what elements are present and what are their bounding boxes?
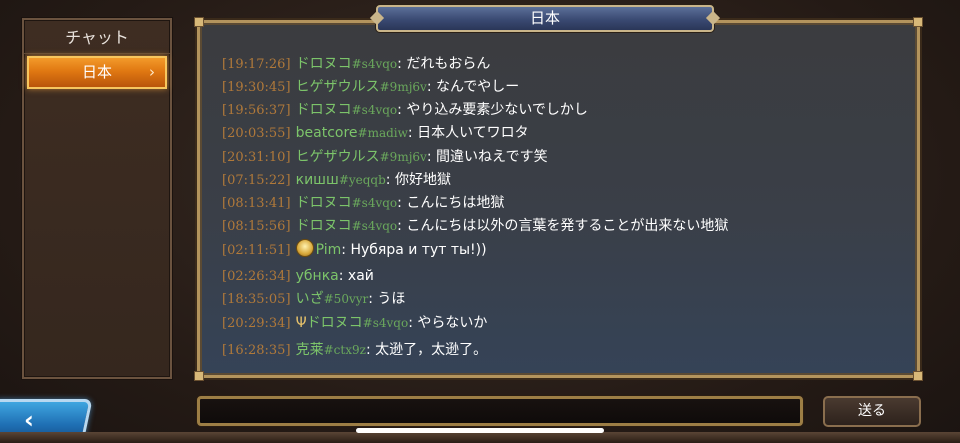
frame-corner-ornament <box>194 17 204 27</box>
sender-name[interactable]: Pim <box>316 242 342 258</box>
message-separator: : <box>397 56 407 72</box>
message-timestamp: [20:29:34] <box>222 316 291 331</box>
channel-item-japan[interactable]: 日本 › <box>27 56 167 89</box>
sender-tag: #s4vqo <box>351 196 398 210</box>
send-button[interactable]: 送る <box>823 396 921 427</box>
channel-sidebar: チャット 日本 › <box>22 18 172 379</box>
bottom-rail <box>0 432 960 443</box>
sender-tag: #yeqqb <box>338 173 386 187</box>
message-text: やり込み要素少ないでしかし <box>406 102 588 118</box>
message-text: 太逊了，太逊了。 <box>375 342 488 358</box>
chat-input[interactable] <box>197 396 803 426</box>
message-timestamp: [20:03:55] <box>222 126 291 141</box>
message-separator: : <box>426 79 436 95</box>
sender-name[interactable]: 克莱 <box>296 342 324 358</box>
sender-tag: #s4vqo <box>351 219 398 233</box>
sender-name[interactable]: ドロヌコ <box>296 195 352 211</box>
message-timestamp: [02:26:34] <box>222 269 291 284</box>
chevron-right-icon: › <box>149 63 155 81</box>
sender-name[interactable]: ドロヌコ <box>296 56 352 72</box>
sender-tag: #9mj6v <box>379 80 427 94</box>
sender-tag: #50vyr <box>323 292 369 306</box>
chat-message: [19:30:45] ヒゲザウルス#9mj6v: なんでやしー <box>222 75 519 97</box>
message-separator: : <box>338 268 348 284</box>
chevron-left-icon[interactable]: ‹ <box>24 408 34 432</box>
message-separator: : <box>397 195 407 211</box>
sender-tag: #9mj6v <box>379 150 427 164</box>
chat-message: [20:03:55] beatcore#madiw: 日本人いてワロタ <box>222 121 529 143</box>
message-separator: : <box>365 342 376 358</box>
chat-message: [08:15:56] ドロヌコ#s4vqo: こんにちは以外の言葉を発することが… <box>222 214 728 236</box>
sender-name[interactable]: いざ <box>296 291 324 307</box>
sidebar-title: チャット <box>24 23 170 54</box>
sender-name[interactable]: beatcore <box>296 125 358 141</box>
frame-corner-ornament <box>194 371 204 381</box>
sender-name[interactable]: ヒゲザウルス <box>296 149 380 165</box>
chat-message: [19:56:37] ドロヌコ#s4vqo: やり込み要素少ないでしかし <box>222 98 588 120</box>
chat-screen: チャット 日本 › 日本 [19:17:26] ドロヌコ#s4vqo: だれもお… <box>0 0 960 443</box>
message-text: だれもおらん <box>406 56 491 72</box>
message-text: 間違いねえです笑 <box>436 149 548 165</box>
guild-badge-icon <box>295 239 314 257</box>
chat-message: [16:28:35] 克莱#ctx9z: 太逊了，太逊了。 <box>222 338 487 360</box>
frame-corner-ornament <box>913 17 923 27</box>
chat-message: [08:13:41] ドロヌコ#s4vqo: こんにちは地獄 <box>222 191 504 213</box>
sender-name[interactable]: ヒゲザウルス <box>296 79 380 95</box>
chat-log[interactable]: [19:17:26] ドロヌコ#s4vqo: だれもおらん [19:30:45]… <box>222 48 912 368</box>
message-text: こんにちは地獄 <box>406 195 505 211</box>
chat-message: [07:15:22] кишш#yeqqb: 你好地獄 <box>222 168 451 190</box>
message-timestamp: [16:28:35] <box>222 343 291 358</box>
message-separator: : <box>397 102 407 118</box>
frame-corner-ornament <box>913 371 923 381</box>
message-text: хай <box>347 268 374 284</box>
sender-name[interactable]: кишш <box>296 172 339 188</box>
chat-message: [20:29:34] Ψドロヌコ#s4vqo: やらないか <box>222 311 487 333</box>
sender-tag: #s4vqo <box>362 316 409 330</box>
message-text: やらないか <box>417 315 488 331</box>
message-timestamp: [02:11:51] <box>222 243 291 258</box>
chat-message: [19:17:26] ドロヌコ#s4vqo: だれもおらん <box>222 52 490 74</box>
sender-tag: #ctx9z <box>323 343 366 357</box>
sender-tag: #s4vqo <box>351 57 398 71</box>
chat-message: [20:31:10] ヒゲザウルス#9mj6v: 間違いねえです笑 <box>222 145 548 167</box>
sender-name[interactable]: убнка <box>296 268 339 284</box>
message-timestamp: [08:13:41] <box>222 196 291 211</box>
sender-tag: #madiw <box>357 126 408 140</box>
channel-item-label: 日本 <box>81 63 112 81</box>
message-timestamp: [20:31:10] <box>222 150 291 165</box>
message-timestamp: [19:56:37] <box>222 103 291 118</box>
sender-tag: #s4vqo <box>351 103 398 117</box>
chat-message: [02:11:51] Pim: Нубяра и тут ты!)) <box>222 238 487 260</box>
message-text: なんでやしー <box>436 79 520 95</box>
sender-name[interactable]: ドロヌコ <box>296 102 352 118</box>
message-separator: : <box>408 315 418 331</box>
channel-title: 日本 <box>529 9 560 27</box>
message-timestamp: [18:35:05] <box>222 292 291 307</box>
message-text: 日本人いてワロタ <box>417 125 529 141</box>
message-text: こんにちは以外の言葉を発することが出来ない地獄 <box>406 218 729 234</box>
channel-header: 日本 <box>369 5 721 32</box>
message-text: 你好地獄 <box>394 172 451 188</box>
trident-icon: Ψ <box>295 315 307 331</box>
sender-name[interactable]: ドロヌコ <box>296 218 352 234</box>
chat-message: [18:35:05] いざ#50vyr: うほ <box>222 287 405 309</box>
message-separator: : <box>397 218 407 234</box>
message-separator: : <box>426 149 436 165</box>
message-timestamp: [08:15:56] <box>222 219 291 234</box>
message-timestamp: [19:30:45] <box>222 80 291 95</box>
message-timestamp: [19:17:26] <box>222 57 291 72</box>
message-separator: : <box>407 125 418 141</box>
chat-message: [02:26:34] убнка: хай <box>222 264 374 286</box>
sender-name[interactable]: ドロヌコ <box>307 315 363 331</box>
message-text: Нубяра и тут ты!)) <box>350 242 487 258</box>
message-timestamp: [07:15:22] <box>222 173 291 188</box>
message-separator: : <box>385 172 395 188</box>
home-indicator[interactable] <box>356 428 604 433</box>
message-text: うほ <box>377 291 406 307</box>
